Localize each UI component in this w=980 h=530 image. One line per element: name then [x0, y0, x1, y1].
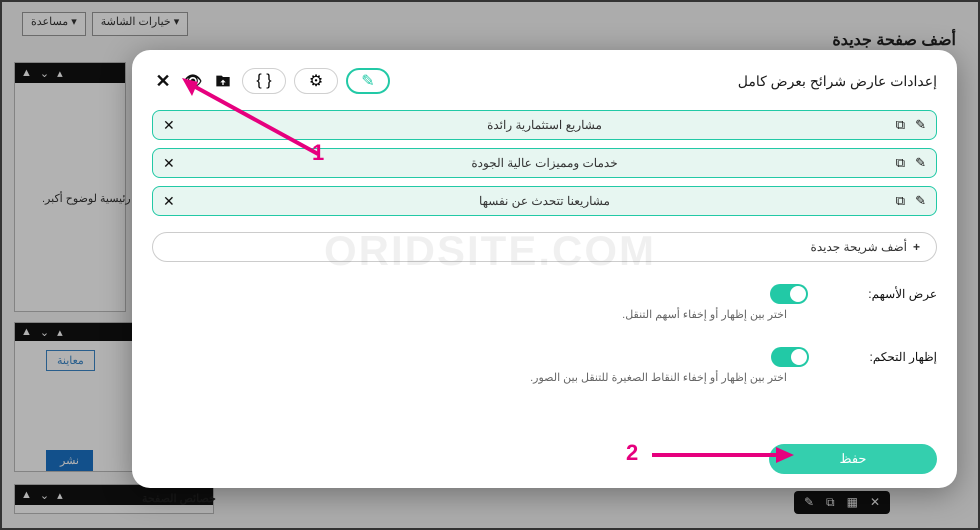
add-slide-label: أضف شريحة جديدة	[811, 240, 907, 254]
slide-title: مشاريعنا تتحدث عن نفسها	[479, 194, 610, 208]
setting-label: عرض الأسهم:	[868, 287, 937, 301]
modal-toolbar: ✕ 👁 { } ⚙ ✎	[152, 68, 390, 94]
pencil-icon[interactable]: ✎	[915, 193, 926, 209]
gear-icon: ⚙	[309, 71, 323, 91]
setting-arrows: عرض الأسهم: اختر بين إظهار أو إخفاء أسهم…	[152, 284, 937, 321]
setting-dots: إظهار التحكم: اختر بين إظهار أو إخفاء ال…	[152, 347, 937, 384]
close-icon[interactable]: ✕	[163, 155, 175, 172]
slide-title: خدمات ومميزات عالية الجودة	[471, 156, 617, 170]
add-slide-button[interactable]: + أضف شريحة جديدة	[152, 232, 937, 262]
publish-button[interactable]: نشر	[46, 450, 93, 471]
slide-row[interactable]: ✎ ⧉ مشاريع استثمارية رائدة ✕	[152, 110, 937, 140]
page-properties-label: خصائص الصفحة	[142, 492, 216, 505]
close-icon[interactable]: ✕	[152, 70, 174, 92]
block-floating-toolbar[interactable]: ✕ ▦ ⧉ ✎	[794, 491, 890, 514]
arrows-toggle[interactable]	[770, 284, 808, 304]
slides-list: ✎ ⧉ مشاريع استثمارية رائدة ✕ ✎ ⧉ خدمات و…	[152, 110, 937, 262]
setting-hint: اختر بين إظهار أو إخفاء النقاط الصغيرة ل…	[152, 371, 787, 384]
folder-upload-icon[interactable]	[212, 70, 234, 92]
design-tab[interactable]: ✎	[346, 68, 390, 94]
bg-panel-left: ▲⌄▴	[14, 62, 126, 312]
setting-hint: اختر بين إظهار أو إخفاء أسهم التنقل.	[152, 308, 787, 321]
copy-icon[interactable]: ⧉	[896, 193, 905, 209]
setting-label: إظهار التحكم:	[869, 350, 937, 364]
plus-icon: +	[913, 240, 920, 254]
pencil-icon[interactable]: ✎	[915, 117, 926, 133]
slide-row[interactable]: ✎ ⧉ خدمات ومميزات عالية الجودة ✕	[152, 148, 937, 178]
preview-button[interactable]: معاينة	[46, 350, 95, 371]
close-icon[interactable]: ✕	[163, 193, 175, 210]
screen-options-dropdown[interactable]: خيارات الشاشة ▾	[92, 12, 189, 36]
settings-tab[interactable]: ⚙	[294, 68, 338, 94]
close-icon[interactable]: ✕	[163, 117, 175, 134]
modal-title: إعدادات عارض شرائح بعرض كامل	[738, 73, 937, 90]
close-icon[interactable]: ✕	[870, 495, 880, 510]
dots-toggle[interactable]	[771, 347, 809, 367]
pencil-icon: ✎	[361, 71, 374, 91]
page-title: أضف صفحة جديدة	[832, 30, 956, 50]
slider-settings-modal: إعدادات عارض شرائح بعرض كامل ✕ 👁 { } ⚙ ✎…	[132, 50, 957, 488]
save-button[interactable]: حفظ	[769, 444, 937, 474]
copy-icon[interactable]: ⧉	[896, 155, 905, 171]
eye-icon[interactable]: 👁	[182, 70, 204, 92]
grid-icon[interactable]: ▦	[847, 495, 858, 510]
code-tab[interactable]: { }	[242, 68, 286, 94]
code-icon: { }	[256, 72, 271, 90]
copy-icon[interactable]: ⧉	[826, 495, 835, 510]
bg-caption: رئيسية لوضوح أكبر.	[42, 192, 131, 205]
help-dropdown[interactable]: مساعدة ▾	[22, 12, 86, 36]
slide-title: مشاريع استثمارية رائدة	[487, 118, 602, 132]
pencil-icon[interactable]: ✎	[915, 155, 926, 171]
edit-icon[interactable]: ✎	[804, 495, 814, 510]
slide-row[interactable]: ✎ ⧉ مشاريعنا تتحدث عن نفسها ✕	[152, 186, 937, 216]
copy-icon[interactable]: ⧉	[896, 117, 905, 133]
